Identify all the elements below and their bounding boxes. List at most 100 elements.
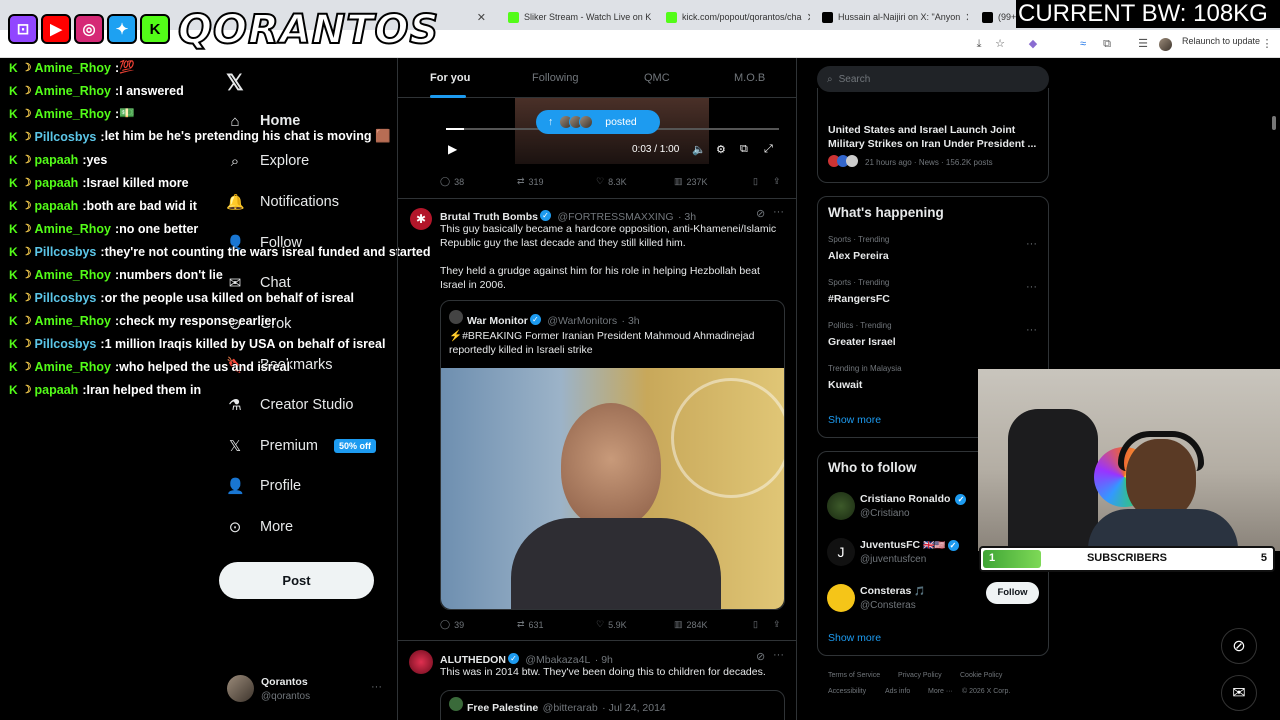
tab-close-icon[interactable]: ✕ [807, 11, 810, 24]
show-more-trends[interactable]: Show more [828, 414, 881, 426]
tab-favicon-icon [666, 11, 677, 23]
follow-avatar[interactable]: J [827, 538, 855, 566]
trend-name[interactable]: Greater Israel [828, 336, 896, 348]
tab-following[interactable]: Following [532, 72, 578, 84]
bookmark-icon[interactable]: ▯ [753, 619, 758, 630]
chat-username[interactable]: papaah [35, 383, 79, 397]
browser-tab[interactable]: (99+ [976, 4, 1016, 30]
menu-icon[interactable]: ⋮ [1260, 37, 1274, 51]
follow-name[interactable]: Cristiano Ronaldo ✓ [860, 493, 968, 505]
browser-tab[interactable]: kick.com/popout/qorantos/cha ✕ [660, 4, 810, 30]
browser-profile-avatar[interactable] [1159, 38, 1172, 51]
repost-button[interactable]: ⇄ 631 [517, 619, 544, 630]
trend-name[interactable]: Kuwait [828, 379, 862, 391]
trend-more-icon[interactable]: ··· [1026, 238, 1037, 250]
chat-username[interactable]: Pillcosbys [35, 337, 97, 351]
chat-username[interactable]: Pillcosbys [35, 245, 97, 259]
pip-icon[interactable]: ⧉ [740, 143, 748, 156]
like-button[interactable]: ♡ 5.9K [596, 619, 627, 630]
tab-m-o-b[interactable]: M.O.B [734, 72, 765, 84]
chat-username[interactable]: Amine_Rhoy [35, 268, 111, 282]
quote-author-name: War Monitor [467, 315, 528, 327]
puzzle-icon[interactable]: ⧉ [1100, 37, 1114, 51]
footer-link[interactable]: Terms of Service [828, 672, 880, 679]
moon-badge-icon: ☽ [21, 223, 32, 235]
grok-icon[interactable]: ⊘ [756, 650, 765, 663]
follow-avatar[interactable] [827, 584, 855, 612]
follow-name[interactable]: JuventusFC 🇬🇧🇺🇸 ✓ [860, 539, 961, 551]
kick-badge-icon: K [9, 175, 18, 190]
chat-username[interactable]: Amine_Rhoy [35, 61, 111, 75]
relaunch-button[interactable]: Relaunch to update [1182, 36, 1260, 46]
grok-icon[interactable]: ⊘ [756, 207, 765, 220]
tab-close-icon[interactable]: ✕ [477, 11, 486, 24]
extension-icon[interactable]: ◆ [1026, 37, 1040, 51]
reply-button[interactable]: ◯ 38 [440, 176, 464, 187]
messages-fab-icon[interactable]: ✉ [1221, 675, 1257, 711]
play-icon[interactable]: ▶ [448, 142, 457, 156]
browser-tab[interactable]: Hussain al-Naijiri on X: "Anyon ✕ [816, 4, 968, 30]
trend-name[interactable]: Alex Pereira [828, 250, 889, 262]
post-button[interactable]: Post [219, 562, 374, 599]
sidebar-icon[interactable]: ☰ [1136, 37, 1150, 51]
scrollbar-thumb[interactable] [1272, 116, 1276, 130]
like-button[interactable]: ♡ 8.3K [596, 176, 627, 187]
account-more-icon[interactable]: ··· [371, 681, 382, 693]
new-posts-pill[interactable]: ↑ posted [536, 110, 660, 134]
nav-item-premium[interactable]: 𝕏 Premium 50% off [226, 433, 377, 459]
views-button[interactable]: ▥ 237K [674, 176, 708, 187]
tab-for-you[interactable]: For you [430, 72, 470, 84]
install-icon[interactable]: ⤓ [972, 37, 986, 51]
footer-link[interactable]: Accessibility [828, 688, 866, 695]
trend-more-icon[interactable]: ··· [1026, 281, 1037, 293]
author-avatar[interactable] [409, 650, 433, 674]
chat-username[interactable]: Amine_Rhoy [35, 107, 111, 121]
grok-fab-icon[interactable]: ⊘ [1221, 628, 1257, 664]
settings-icon[interactable]: ⚙ [716, 143, 726, 156]
extension-icon[interactable]: ≈ [1076, 37, 1090, 51]
chat-username[interactable]: papaah [35, 153, 79, 167]
bookmark-icon[interactable]: ▯ [753, 176, 758, 187]
chat-username[interactable]: Pillcosbys [35, 291, 97, 305]
chat-username[interactable]: Amine_Rhoy [35, 360, 111, 374]
browser-tab[interactable]: Sliker Stream - Watch Live on K✕ [502, 4, 654, 30]
views-button[interactable]: ▥ 284K [674, 619, 708, 630]
follow-avatar[interactable] [827, 492, 855, 520]
chat-username[interactable]: Amine_Rhoy [35, 84, 111, 98]
trend-more-icon[interactable]: ··· [1026, 324, 1037, 336]
tweet-more-icon[interactable]: ··· [773, 649, 784, 661]
tab-qmc[interactable]: QMC [644, 72, 670, 84]
follow-button[interactable]: Follow [986, 582, 1039, 604]
footer-link[interactable]: Cookie Policy [960, 672, 1002, 679]
news-title[interactable]: United States and Israel Launch Joint Mi… [828, 123, 1040, 151]
trend-name[interactable]: #RangersFC [828, 293, 890, 305]
footer-link[interactable]: More ··· [928, 688, 953, 695]
show-more-follow[interactable]: Show more [828, 632, 881, 644]
twitch-icon: ⊡ [8, 14, 38, 44]
footer-link[interactable]: Privacy Policy [898, 672, 942, 679]
account-avatar[interactable] [227, 675, 254, 702]
reply-button[interactable]: ◯ 39 [440, 619, 464, 630]
chat-username[interactable]: papaah [35, 176, 79, 190]
chat-username[interactable]: Pillcosbys [35, 130, 97, 144]
share-icon[interactable]: ⇪ [773, 176, 781, 187]
author-avatar[interactable]: ✱ [410, 208, 432, 230]
star-icon[interactable]: ☆ [993, 37, 1007, 51]
volume-icon[interactable]: 🔈 [692, 143, 706, 156]
arrow-up-icon: ↑ [548, 116, 554, 128]
footer-link[interactable]: Ads info [885, 688, 910, 695]
quote-image[interactable] [441, 368, 784, 609]
tab-close-icon[interactable]: ✕ [965, 11, 968, 24]
moon-badge-icon: ☽ [21, 384, 32, 396]
repost-button[interactable]: ⇄ 319 [517, 176, 544, 187]
tweet-more-icon[interactable]: ··· [773, 206, 784, 218]
nav-item-profile[interactable]: 👤 Profile [226, 473, 301, 499]
share-icon[interactable]: ⇪ [773, 619, 781, 630]
chat-username[interactable]: papaah [35, 199, 79, 213]
chat-username[interactable]: Amine_Rhoy [35, 314, 111, 328]
fullscreen-icon[interactable]: ⤢ [764, 143, 773, 156]
person-icon: 👤 [226, 478, 245, 495]
nav-item-more[interactable]: ⊙ More [226, 514, 293, 540]
follow-name[interactable]: Consteras 🎵 [860, 585, 926, 597]
chat-username[interactable]: Amine_Rhoy [35, 222, 111, 236]
